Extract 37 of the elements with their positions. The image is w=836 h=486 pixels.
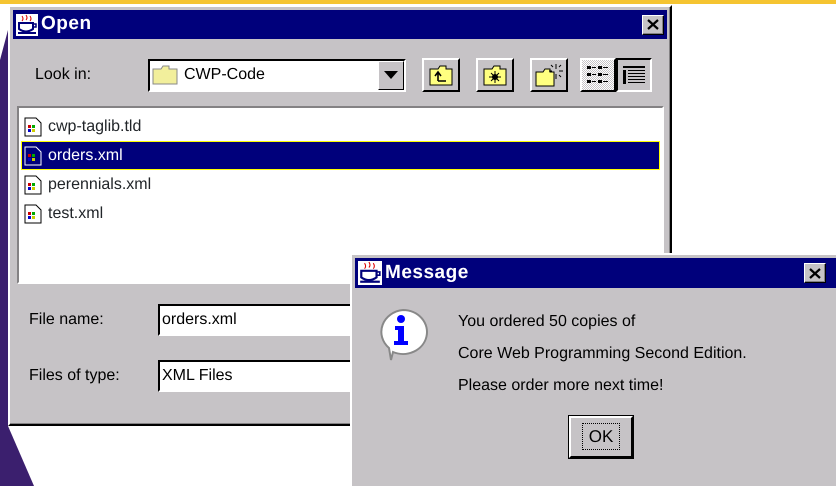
folder-icon — [483, 64, 507, 86]
document-icon — [24, 146, 42, 166]
document-icon — [24, 204, 42, 224]
folder-icon — [152, 65, 178, 85]
coffee-cup-icon — [16, 14, 38, 36]
file-type-label: Files of type: — [29, 366, 121, 386]
window-title: Open — [41, 12, 92, 36]
message-text: You ordered 50 copies of — [458, 312, 636, 332]
up-folder-icon — [429, 64, 453, 86]
file-name-label: File name: — [29, 310, 105, 330]
window-title: Message — [385, 260, 469, 285]
close-button[interactable] — [804, 263, 826, 283]
message-text: Please order more next time! — [458, 376, 664, 396]
coffee-cup-icon — [358, 261, 382, 285]
new-folder-icon — [535, 63, 563, 87]
slide-corner-drawing — [0, 426, 34, 486]
message-text: Core Web Programming Second Edition. — [458, 344, 747, 364]
file-item[interactable]: perennials.xml — [21, 170, 660, 199]
details-view-icon — [622, 64, 646, 86]
details-view-button[interactable] — [616, 58, 652, 92]
list-view-button[interactable] — [580, 58, 616, 92]
home-folder-button[interactable] — [476, 58, 514, 92]
document-icon — [24, 174, 42, 194]
file-item[interactable]: orders.xml — [21, 141, 660, 170]
list-view-icon — [586, 64, 610, 86]
new-folder-button[interactable] — [530, 58, 568, 92]
document-icon — [24, 116, 42, 136]
close-icon — [647, 19, 659, 30]
look-in-label: Look in: — [35, 65, 92, 85]
look-in-value: CWP-Code — [184, 65, 265, 85]
file-item[interactable]: test.xml — [21, 199, 660, 228]
close-button[interactable] — [642, 14, 664, 34]
up-folder-button[interactable] — [422, 58, 460, 92]
ok-button[interactable]: OK — [569, 416, 633, 458]
file-item[interactable]: cwp-taglib.tld — [21, 112, 660, 141]
look-in-dropdown[interactable]: CWP-Code — [148, 58, 406, 92]
close-icon — [809, 268, 821, 278]
